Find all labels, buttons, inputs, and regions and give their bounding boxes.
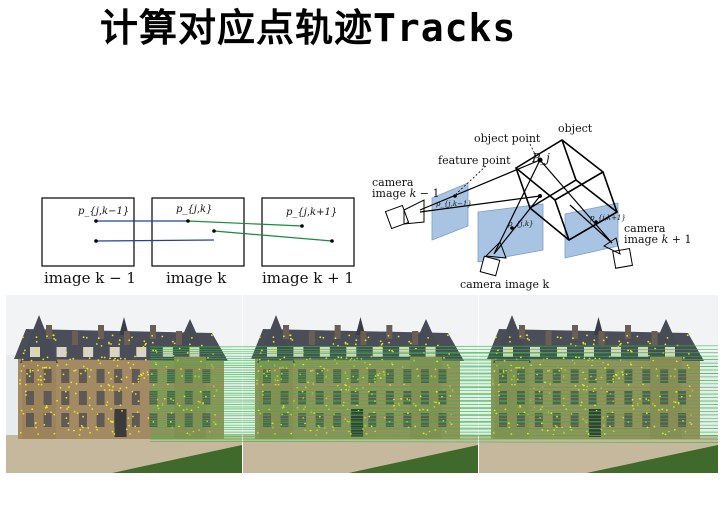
label-object-point: object point	[474, 132, 541, 145]
caption-image-k-plus-1: image k + 1	[262, 269, 354, 287]
caption-image-k: image k	[166, 269, 227, 287]
label-camera-k-minus-1: image k − 1	[372, 187, 439, 200]
label-camera-k: camera image k	[460, 278, 550, 291]
caption-image-k-minus-1: image k − 1	[44, 269, 136, 287]
point-label-k-minus-1: p_{j,k−1}	[78, 206, 129, 217]
label-camera-k-plus-1: image k + 1	[624, 233, 691, 246]
camera-k-minus-1	[384, 199, 425, 230]
photo-track-lines	[149, 345, 719, 443]
small-label-k: p_{j,k}	[508, 220, 534, 228]
image-plane-k-plus-1	[564, 202, 619, 259]
label-object: object	[558, 122, 593, 135]
small-label-k-plus-1: p_{j,k+1}	[590, 214, 626, 222]
tracks-diagram: p_{j,k−1} p_{j,k} p_{j,k+1} image k − 1 …	[41, 122, 691, 291]
point-label-k: p_{j,k}	[176, 204, 212, 215]
point-label-k-plus-1: p_{j,k+1}	[286, 207, 337, 218]
label-object-point-symbol: P_j	[531, 151, 550, 165]
label-feature-point: feature point	[438, 154, 511, 167]
small-label-k-minus-1: p_{j,k−1}	[436, 200, 472, 208]
